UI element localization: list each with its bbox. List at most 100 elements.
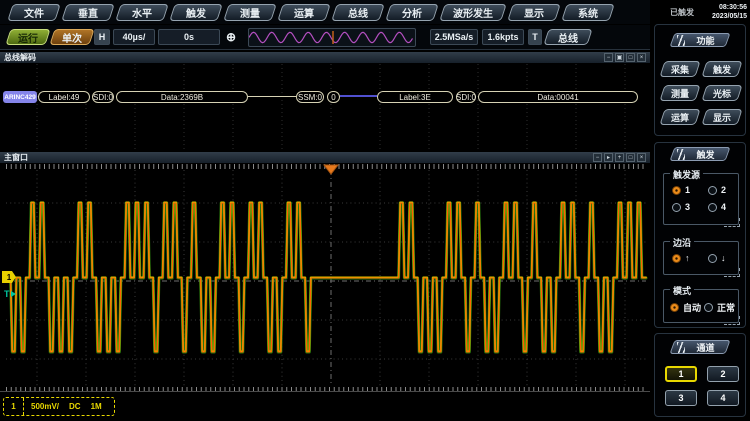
decode-track-line [248,96,296,97]
decode-field[interactable]: SDI:0 [92,91,114,103]
channel-2-button[interactable]: 2 [707,366,739,382]
menu-file[interactable]: 文件 [10,4,58,21]
close-icon[interactable]: × [637,53,646,62]
radio-icon [672,254,681,263]
play-icon[interactable]: ▸ [604,153,613,162]
waveform-plot[interactable] [0,164,650,392]
main-window-panel-header[interactable]: 主窗口 − ▸ + □ × [0,152,650,164]
waveform-canvas [0,164,650,392]
math-button[interactable]: 运算 [662,109,698,125]
close-icon[interactable]: × [637,153,646,162]
bus-decode-content: ARINC429 Label:49 SDI:0 Data:2369B SSM:0… [0,64,650,150]
slash-icon [677,35,685,46]
timebase-value[interactable]: 40µs/ [113,29,155,45]
radio-icon [708,203,717,212]
decode-idle-line [340,95,377,97]
trigger-panel: 触发 触发源 1 2 3 4 边沿 ↑ ↓ 模式 自动 正常 [654,142,746,328]
menu-horizontal[interactable]: 水平 [118,4,166,21]
trigger-button[interactable]: 触发 [704,61,740,77]
decode-field[interactable]: Label:3E [377,91,453,103]
slash-icon [677,149,685,160]
menu-display[interactable]: 显示 [510,4,558,21]
decode-field[interactable]: 0 [327,91,340,103]
sidebar: 已触发 08:30:56 2023/05/15 功能 采集 触发 测量 光标 运… [650,0,750,421]
decode-field[interactable]: Label:49 [38,91,90,103]
waveform-preview[interactable] [248,28,416,47]
minimize-icon[interactable]: − [604,53,613,62]
protocol-badge[interactable]: ARINC429 [3,91,37,103]
bus-grid [0,64,650,150]
tab-function[interactable]: 功能 [672,33,728,47]
decode-field[interactable]: SSM:0 [296,91,324,103]
decode-field[interactable]: SDI:0 [456,91,476,103]
trigger-status: 已触发 [670,7,694,18]
zoom-plus-icon[interactable]: + [615,153,624,162]
single-button[interactable]: 单次 [52,29,92,45]
control-toolbar: 运行 单次 H 40µs/ 0s ⊕ 2.5MSa/s 1.6kpts T 总线 [0,25,650,50]
mode-normal-option[interactable]: 正常 [704,301,735,314]
trigger-source-group: 触发源 1 2 3 4 [663,173,739,225]
trigger-mode-group: 模式 自动 正常 [663,289,739,323]
measure-button[interactable]: 测量 [662,85,698,101]
radio-icon [672,203,681,212]
channel-scale: 500mV/ [31,402,59,411]
edge-rising-option[interactable]: ↑ [672,253,690,263]
menu-system[interactable]: 系统 [564,4,612,21]
decode-field[interactable]: Data:2369B [116,91,248,103]
radio-icon [704,303,713,312]
maximize-icon[interactable]: □ [626,53,635,62]
channel1-settings-badge[interactable]: 1 500mV/ DC 1M [3,397,115,416]
trigger-source-label: 触发源 [670,168,703,181]
trigger-level-marker[interactable]: T [4,289,16,299]
decode-field[interactable]: Data:00041 [478,91,638,103]
channel-coupling: DC [69,402,81,411]
tab-channel[interactable]: 通道 [672,340,728,354]
minimize-icon[interactable]: − [593,153,602,162]
menu-analysis[interactable]: 分析 [388,4,436,21]
channel-panel: 通道 1 2 3 4 [654,333,746,417]
preview-sine-wave [249,29,415,46]
tab-trigger[interactable]: 触发 [672,147,728,161]
channel-4-button[interactable]: 4 [707,390,739,406]
menu-measure[interactable]: 测量 [226,4,274,21]
run-button[interactable]: 运行 [8,29,48,45]
acquire-button[interactable]: 采集 [662,61,698,77]
slash-icon [677,342,685,353]
bus-window-controls: − ▣ □ × [604,53,646,62]
display-button[interactable]: 显示 [704,109,740,125]
menu-bus[interactable]: 总线 [334,4,382,21]
source-option-4[interactable]: 4 [708,202,726,212]
menu-waveform-gen[interactable]: 波形发生 [442,4,504,21]
channel-1-button[interactable]: 1 [665,366,697,382]
channel-3-button[interactable]: 3 [665,390,697,406]
maximize-icon[interactable]: □ [626,153,635,162]
date: 2023/05/15 [712,12,747,21]
trigger-edge-group: 边沿 ↑ ↓ [663,241,739,275]
main-window-controls: − ▸ + □ × [593,153,646,162]
menu-math[interactable]: 运算 [280,4,328,21]
source-option-3[interactable]: 3 [672,202,690,212]
mode-label: 模式 [670,284,694,297]
bus-decode-title: 总线解码 [0,52,36,63]
radio-icon [672,186,681,195]
sample-rate-value: 2.5MSa/s [430,29,478,45]
bus-button[interactable]: 总线 [546,29,590,45]
zoom-in-icon[interactable]: ⊕ [223,29,239,45]
radio-icon [670,303,679,312]
menu-trigger[interactable]: 触发 [172,4,220,21]
restore-icon[interactable]: ▣ [615,53,624,62]
cursor-button[interactable]: 光标 [704,85,740,101]
menu-bar: 文件 垂直 水平 触发 测量 运算 总线 分析 波形发生 显示 系统 [0,0,650,24]
horizontal-indicator[interactable]: H [94,29,110,45]
mode-auto-option[interactable]: 自动 [670,301,701,314]
horizontal-offset-value[interactable]: 0s [158,29,220,45]
bus-decode-panel-header[interactable]: 总线解码 − ▣ □ × [0,52,650,64]
trigger-indicator[interactable]: T [528,29,542,45]
edge-falling-option[interactable]: ↓ [708,253,726,263]
trigger-position-marker[interactable] [324,165,338,174]
source-option-2[interactable]: 2 [708,185,726,195]
edge-label: 边沿 [670,236,694,249]
source-option-1[interactable]: 1 [672,185,690,195]
menu-vertical[interactable]: 垂直 [64,4,112,21]
channel-number: 1 [4,398,24,415]
